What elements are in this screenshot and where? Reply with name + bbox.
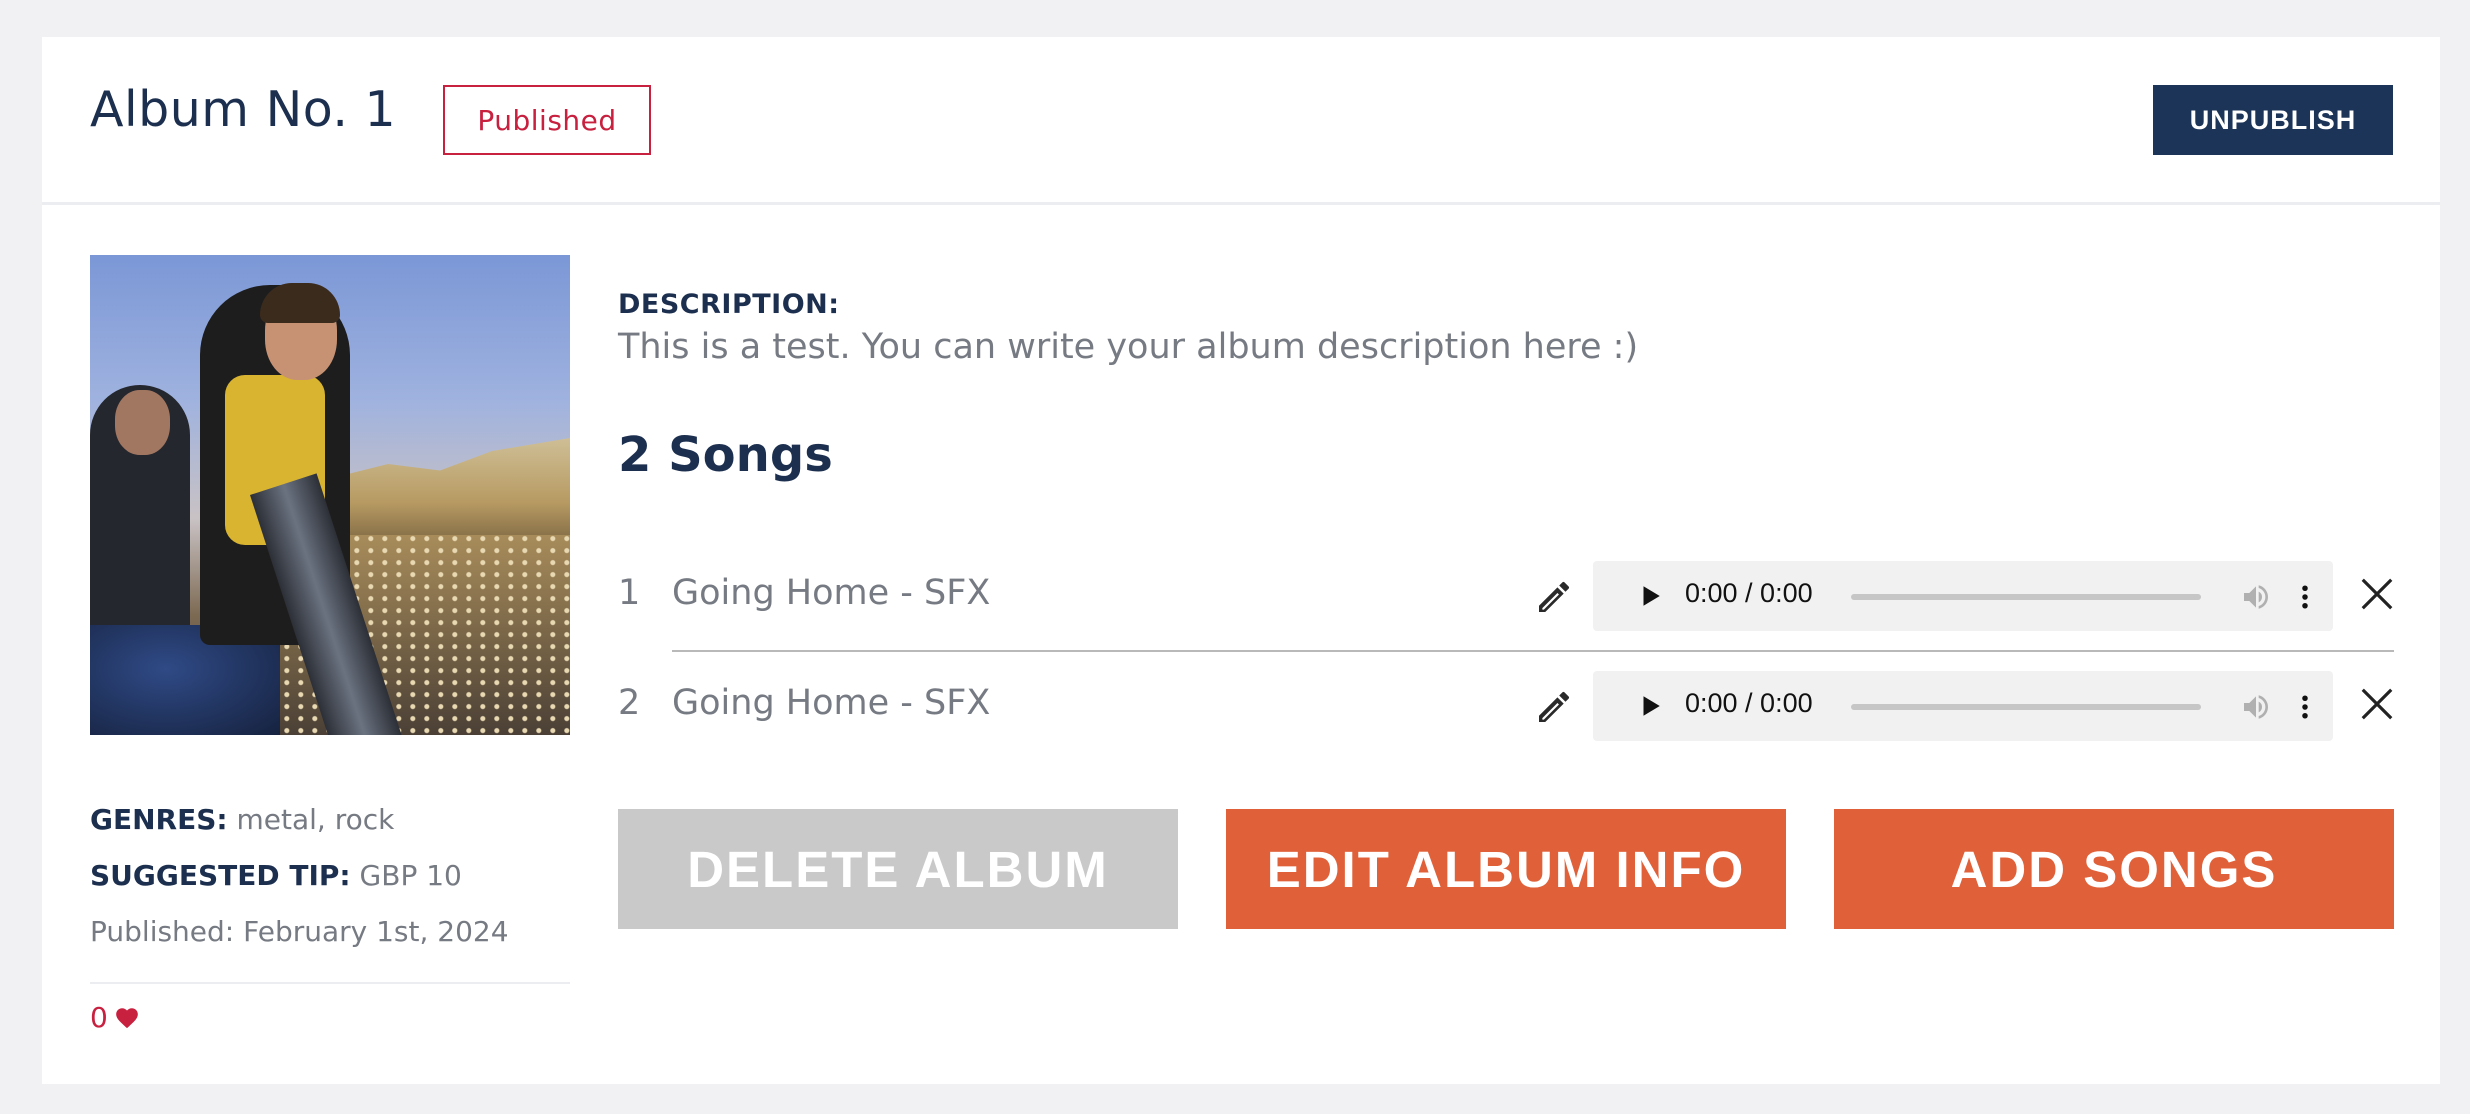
song-title: Going Home - SFX <box>672 573 991 613</box>
audio-progress-bar[interactable] <box>1851 704 2201 710</box>
audio-time: 0:00 / 0:00 <box>1685 688 1813 718</box>
status-badge: Published <box>443 85 651 155</box>
audio-player: 0:00 / 0:00 <box>1593 671 2333 741</box>
song-title: Going Home - SFX <box>672 683 991 723</box>
play-icon[interactable] <box>1637 583 1663 609</box>
play-icon[interactable] <box>1637 693 1663 719</box>
album-sidebar: GENRES: metal, rock SUGGESTED TIP: GBP 1… <box>90 255 570 1034</box>
audio-progress-bar[interactable] <box>1851 594 2201 600</box>
song-number: 1 <box>618 573 641 613</box>
description-text: This is a test. You can write your album… <box>618 327 1639 367</box>
audio-player: 0:00 / 0:00 <box>1593 561 2333 631</box>
audio-time: 0:00 / 0:00 <box>1685 578 1813 608</box>
genres-value: metal, rock <box>236 803 395 836</box>
more-vertical-icon[interactable] <box>2290 691 2320 723</box>
songs-count-heading: 2 Songs <box>618 427 833 483</box>
edit-pencil-icon[interactable] <box>1534 577 1574 617</box>
song-number: 2 <box>618 683 641 723</box>
sidebar-divider <box>90 982 570 984</box>
genres-row: GENRES: metal, rock <box>90 803 394 836</box>
likes-counter[interactable]: 0 <box>90 1001 140 1034</box>
heart-icon <box>115 1007 138 1028</box>
published-date: Published: February 1st, 2024 <box>90 915 509 948</box>
delete-album-button[interactable]: DELETE ALBUM <box>618 809 1178 929</box>
close-icon[interactable] <box>2358 575 2396 613</box>
more-vertical-icon[interactable] <box>2290 581 2320 613</box>
suggested-tip-row: SUGGESTED TIP: GBP 10 <box>90 859 462 892</box>
genres-label: GENRES: <box>90 803 228 836</box>
tip-label: SUGGESTED TIP: <box>90 859 351 892</box>
volume-icon[interactable] <box>2240 691 2272 723</box>
album-card: Album No. 1 Published UNPUBLISH GENRES: … <box>42 37 2440 1084</box>
edit-pencil-icon[interactable] <box>1534 687 1574 727</box>
likes-count: 0 <box>90 1001 108 1034</box>
add-songs-button[interactable]: ADD SONGS <box>1834 809 2394 929</box>
song-row: 1 Going Home - SFX 0:00 / 0:00 <box>618 561 2394 631</box>
song-row: 2 Going Home - SFX 0:00 / 0:00 <box>618 671 2394 741</box>
description-label: DESCRIPTION: <box>618 289 840 320</box>
album-header: Album No. 1 Published UNPUBLISH <box>42 37 2440 205</box>
album-cover-image <box>90 255 570 735</box>
song-divider <box>672 650 2394 652</box>
volume-icon[interactable] <box>2240 581 2272 613</box>
album-title: Album No. 1 <box>90 81 397 138</box>
edit-album-info-button[interactable]: EDIT ALBUM INFO <box>1226 809 1786 929</box>
tip-value: GBP 10 <box>359 859 462 892</box>
close-icon[interactable] <box>2358 685 2396 723</box>
unpublish-button[interactable]: UNPUBLISH <box>2153 85 2393 155</box>
